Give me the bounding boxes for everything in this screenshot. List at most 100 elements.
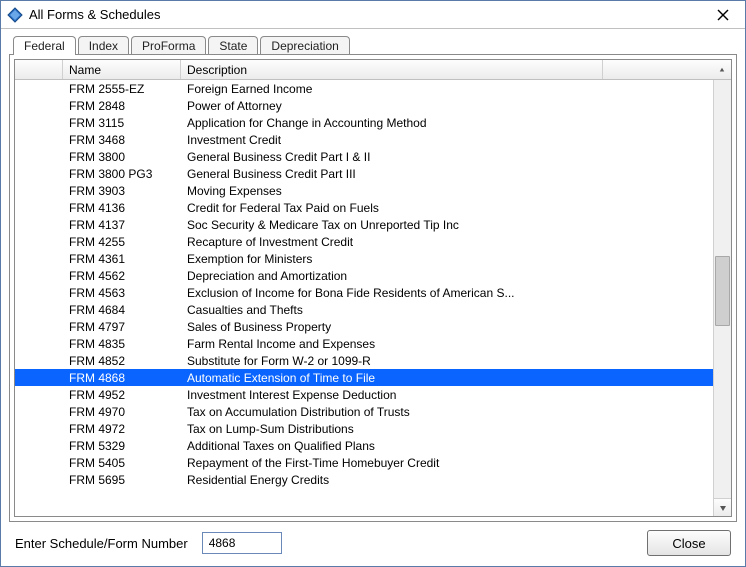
row-description-cell: Foreign Earned Income [181,82,713,96]
tab-panel: Name Description FRM 2555-EZForeign Earn… [9,54,737,522]
body-area: Federal Index ProForma State Depreciation Na… [1,29,745,566]
close-icon[interactable] [707,3,739,27]
form-number-label: Enter Schedule/Form Number [15,536,188,551]
row-description-cell: General Business Credit Part I & II [181,150,713,164]
row-description-cell: Tax on Lump-Sum Distributions [181,422,713,436]
row-name-cell: FRM 2848 [63,99,181,113]
row-name-cell: FRM 3468 [63,133,181,147]
row-description-cell: Investment Interest Expense Deduction [181,388,713,402]
table-row[interactable]: FRM 4970Tax on Accumulation Distribution… [15,403,713,420]
tab-label: Depreciation [271,39,338,53]
table-row[interactable]: FRM 3800General Business Credit Part I &… [15,148,713,165]
row-description-cell: Investment Credit [181,133,713,147]
diamond-icon [7,7,23,23]
row-name-cell: FRM 3800 PG3 [63,167,181,181]
vertical-scrollbar[interactable] [713,80,731,516]
row-description-cell: Farm Rental Income and Expenses [181,337,713,351]
row-description-cell: Casualties and Thefts [181,303,713,317]
table-row[interactable]: FRM 5405Repayment of the First-Time Home… [15,454,713,471]
row-name-cell: FRM 4970 [63,405,181,419]
row-name-cell: FRM 4563 [63,286,181,300]
window: All Forms & Schedules Federal Index ProFor… [0,0,746,567]
row-name-cell: FRM 2555-EZ [63,82,181,96]
tab-strip: Federal Index ProForma State Depreciation [9,35,737,54]
row-description-cell: Soc Security & Medicare Tax on Unreporte… [181,218,713,232]
row-description-cell: General Business Credit Part III [181,167,713,181]
tab-label: Federal [24,39,65,53]
table-row[interactable]: FRM 3800 PG3General Business Credit Part… [15,165,713,182]
column-header-name[interactable]: Name [63,60,181,79]
row-name-cell: FRM 5329 [63,439,181,453]
tab-label: Index [89,39,118,53]
list-scroll-area: FRM 2555-EZForeign Earned IncomeFRM 2848… [15,80,731,516]
forms-listbox: Name Description FRM 2555-EZForeign Earn… [14,59,732,517]
table-row[interactable]: FRM 4952Investment Interest Expense Dedu… [15,386,713,403]
table-row[interactable]: FRM 3903Moving Expenses [15,182,713,199]
row-name-cell: FRM 4868 [63,371,181,385]
row-name-cell: FRM 4137 [63,218,181,232]
row-description-cell: Automatic Extension of Time to File [181,371,713,385]
row-name-cell: FRM 4972 [63,422,181,436]
tab-index[interactable]: Index [78,36,129,55]
table-row[interactable]: FRM 3468Investment Credit [15,131,713,148]
form-number-input[interactable] [202,532,282,554]
tab-federal[interactable]: Federal [13,36,76,55]
list-header: Name Description [15,60,731,80]
table-row[interactable]: FRM 4136Credit for Federal Tax Paid on F… [15,199,713,216]
row-name-cell: FRM 5405 [63,456,181,470]
row-name-cell: FRM 4684 [63,303,181,317]
row-name-cell: FRM 5695 [63,473,181,487]
table-row[interactable]: FRM 3115Application for Change in Accoun… [15,114,713,131]
row-name-cell: FRM 4952 [63,388,181,402]
table-row[interactable]: FRM 2848Power of Attorney [15,97,713,114]
table-row[interactable]: FRM 4563Exclusion of Income for Bona Fid… [15,284,713,301]
close-button[interactable]: Close [647,530,731,556]
column-header-spacer[interactable] [603,60,713,79]
tab-proforma[interactable]: ProForma [131,36,206,55]
row-description-cell: Credit for Federal Tax Paid on Fuels [181,201,713,215]
table-row[interactable]: FRM 4361Exemption for Ministers [15,250,713,267]
table-row[interactable]: FRM 5329Additional Taxes on Qualified Pl… [15,437,713,454]
table-row[interactable]: FRM 4562Depreciation and Amortization [15,267,713,284]
table-row[interactable]: FRM 4137Soc Security & Medicare Tax on U… [15,216,713,233]
table-row[interactable]: FRM 4835Farm Rental Income and Expenses [15,335,713,352]
scroll-down-icon[interactable] [714,498,731,516]
row-description-cell: Power of Attorney [181,99,713,113]
tab-label: State [219,39,247,53]
row-description-cell: Residential Energy Credits [181,473,713,487]
table-row[interactable]: FRM 2555-EZForeign Earned Income [15,80,713,97]
row-description-cell: Sales of Business Property [181,320,713,334]
column-header-blank[interactable] [15,60,63,79]
scroll-up-icon[interactable] [713,60,731,79]
scrollbar-track[interactable] [714,80,731,498]
table-row[interactable]: FRM 4684Casualties and Thefts [15,301,713,318]
row-description-cell: Moving Expenses [181,184,713,198]
window-title: All Forms & Schedules [29,7,707,22]
row-description-cell: Recapture of Investment Credit [181,235,713,249]
row-name-cell: FRM 4852 [63,354,181,368]
table-row[interactable]: FRM 4972Tax on Lump-Sum Distributions [15,420,713,437]
row-name-cell: FRM 3903 [63,184,181,198]
row-name-cell: FRM 4255 [63,235,181,249]
row-name-cell: FRM 3115 [63,116,181,130]
titlebar: All Forms & Schedules [1,1,745,29]
row-name-cell: FRM 4562 [63,269,181,283]
row-description-cell: Exclusion of Income for Bona Fide Reside… [181,286,713,300]
table-row[interactable]: FRM 4852Substitute for Form W-2 or 1099-… [15,352,713,369]
tab-label: ProForma [142,39,195,53]
table-row[interactable]: FRM 4797Sales of Business Property [15,318,713,335]
table-row[interactable]: FRM 4868Automatic Extension of Time to F… [15,369,713,386]
tab-depreciation[interactable]: Depreciation [260,36,349,55]
column-header-description[interactable]: Description [181,60,603,79]
row-name-cell: FRM 4361 [63,252,181,266]
row-description-cell: Repayment of the First-Time Homebuyer Cr… [181,456,713,470]
table-row[interactable]: FRM 5695Residential Energy Credits [15,471,713,488]
table-row[interactable]: FRM 4255Recapture of Investment Credit [15,233,713,250]
row-name-cell: FRM 4835 [63,337,181,351]
scrollbar-thumb[interactable] [715,256,730,326]
rows-container: FRM 2555-EZForeign Earned IncomeFRM 2848… [15,80,713,516]
row-description-cell: Substitute for Form W-2 or 1099-R [181,354,713,368]
tab-state[interactable]: State [208,36,258,55]
row-description-cell: Exemption for Ministers [181,252,713,266]
footer: Enter Schedule/Form Number Close [9,522,737,558]
